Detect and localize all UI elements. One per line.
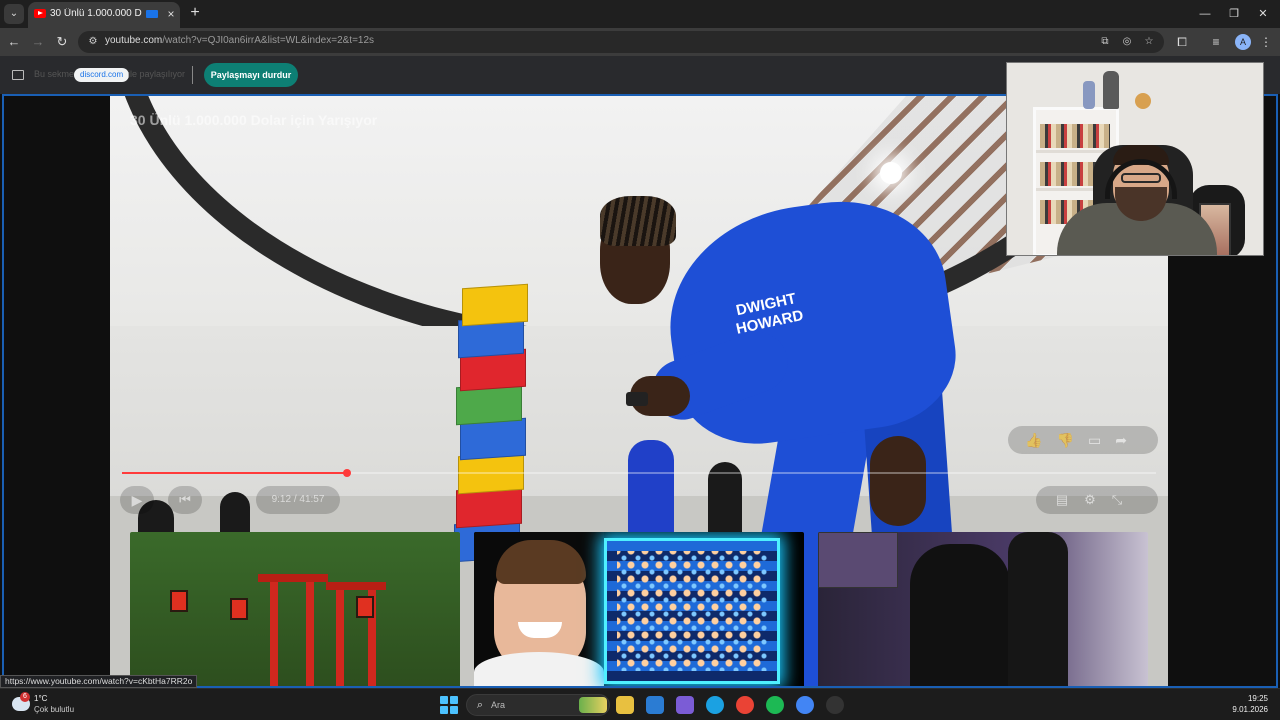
previous-icon[interactable]: ⏮ [168,486,202,514]
chrome-icon[interactable] [736,696,754,714]
person-hair [600,196,676,246]
profile-avatar[interactable]: A [1235,34,1251,50]
reaction-buttons[interactable]: 👍👎▭➦ [1008,426,1158,454]
thumbnail-shirt [474,652,604,688]
forward-arrow-icon[interactable]: → [30,34,46,50]
torii-pillar [270,578,278,688]
windows-taskbar: 6 1°C Çok bulutlu ⌕ Ara 19:25 9.01.2026 [0,688,1280,720]
extensions-puzzle-icon[interactable]: ⧠ [1174,34,1190,50]
books [1040,124,1110,148]
search-placeholder: Ara [491,700,506,710]
copilot-icon[interactable] [676,696,694,714]
new-tab-button[interactable]: + [186,4,204,22]
file-explorer-icon[interactable] [616,696,634,714]
share-suffix: ile paylaşılıyor [128,69,186,79]
tab-strip: ⌄ 30 Ünlü 1.000.000 Dolar için × + — ❐ ✕ [0,0,1280,28]
cube-crowd [617,551,767,671]
tab-title: 30 Ünlü 1.000.000 Dolar için [50,8,142,19]
background-person [708,462,742,542]
torii-beam [258,574,328,582]
thumbnail-hair [496,540,586,584]
weather-temp[interactable]: 1°C [34,694,47,703]
lantern [170,590,188,612]
lantern [230,598,248,620]
progress-scrubber[interactable] [343,469,351,477]
share-prefix: Bu sekme [34,69,75,79]
background-person [628,440,674,540]
torii-pillar [336,588,344,688]
camera-prop [626,392,648,406]
close-window-button[interactable]: ✕ [1254,6,1272,22]
weather-badge: 6 [20,692,30,702]
thumbnail-person [1008,532,1068,688]
search-icon: ⌕ [476,699,484,711]
time-display: 9:12 / 41:57 [256,486,340,514]
url-host: youtube.com [105,35,163,46]
video-title: 30 Ünlü 1.000.000 Dolar için Yarışıyor [130,112,378,128]
url-path: /watch?v=QJI0an6irrA&list=WL&index=2&t=1… [162,35,375,46]
progress-fill [122,472,350,474]
end-screen-thumbnail[interactable] [130,532,460,688]
app-icon[interactable] [826,696,844,714]
dislike-icon[interactable]: 👎 [1057,432,1088,448]
share-host-chip[interactable]: discord.com [74,68,130,82]
tab-close-icon[interactable]: × [164,7,178,21]
weather-desc[interactable]: Çok bulutlu [34,705,74,714]
address-bar[interactable]: ⚙ youtube.com/watch?v=QJI0an6irrA&list=W… [78,31,1164,53]
settings-gear-icon[interactable]: ⚙ [1084,492,1112,507]
progress-bar[interactable] [122,472,1156,474]
bookmark-star-icon[interactable]: ☆ [1142,35,1156,49]
back-arrow-icon[interactable]: ← [6,34,22,50]
subtitles-icon[interactable]: ▤ [1056,492,1084,507]
webcam-overlay [1006,62,1264,256]
site-info-icon[interactable]: ⚙ [86,35,100,49]
media-controls-icon[interactable]: ≡ [1208,34,1224,50]
install-app-icon[interactable]: ⧉ [1098,35,1112,49]
status-bar-url: https://www.youtube.com/watch?v=cKbtHa7R… [0,675,198,688]
taskbar-search[interactable]: ⌕ Ara [466,694,610,716]
play-icon[interactable]: ▶ [120,486,154,514]
person-hand [870,436,926,526]
browser-tab[interactable]: 30 Ünlü 1.000.000 Dolar için × [28,2,180,28]
kebab-menu-icon[interactable]: ⋮ [1258,34,1274,50]
screen-share-icon [12,70,24,80]
comment-icon[interactable]: ▭ [1088,432,1115,448]
outlook-icon[interactable] [646,696,664,714]
start-windows-icon[interactable] [440,696,458,714]
vase [1135,93,1151,109]
edge-icon[interactable] [706,696,724,714]
figurine [1083,81,1095,109]
like-icon[interactable]: 👍 [1025,432,1056,448]
youtube-favicon-icon [34,9,46,18]
url-text[interactable]: youtube.com/watch?v=QJI0an6irrA&list=WL&… [105,35,374,49]
scene-light [880,162,902,184]
end-screen-thumbnail[interactable] [474,532,804,688]
spotify-icon[interactable] [766,696,784,714]
restore-button[interactable]: ❐ [1225,6,1243,22]
tower-block [462,283,528,327]
sharing-indicator-icon [146,10,158,18]
divider [192,66,193,84]
tab-search-chevron-icon[interactable]: ⌄ [4,4,24,24]
browser-toolbar: ← → ↻ ⚙ youtube.com/watch?v=QJI0an6irrA&… [0,28,1280,56]
reload-icon[interactable]: ↻ [54,34,70,50]
clock-time[interactable]: 19:25 [1240,694,1268,703]
right-controls[interactable]: ▤⚙⤡ [1036,486,1158,514]
lantern [356,596,374,618]
end-screen-thumbnail[interactable] [818,532,1148,688]
fullscreen-icon[interactable]: ⤡ [1112,492,1138,507]
torii-pillar [306,578,314,688]
share-arrow-icon[interactable]: ➦ [1115,432,1141,448]
torii-beam [326,582,386,590]
eye-off-icon[interactable]: ◎ [1120,35,1134,49]
minimize-button[interactable]: — [1196,6,1214,22]
thumbnail-cam-inset [818,532,898,588]
glowing-cube [604,538,780,684]
figurine [1103,71,1119,109]
thumbnail-person [910,544,1010,688]
stop-sharing-button[interactable]: Paylaşmayı durdur [204,63,298,87]
search-highlight-icon [579,697,607,713]
clock-date[interactable]: 9.01.2026 [1226,705,1268,714]
chrome-active-icon[interactable] [796,696,814,714]
